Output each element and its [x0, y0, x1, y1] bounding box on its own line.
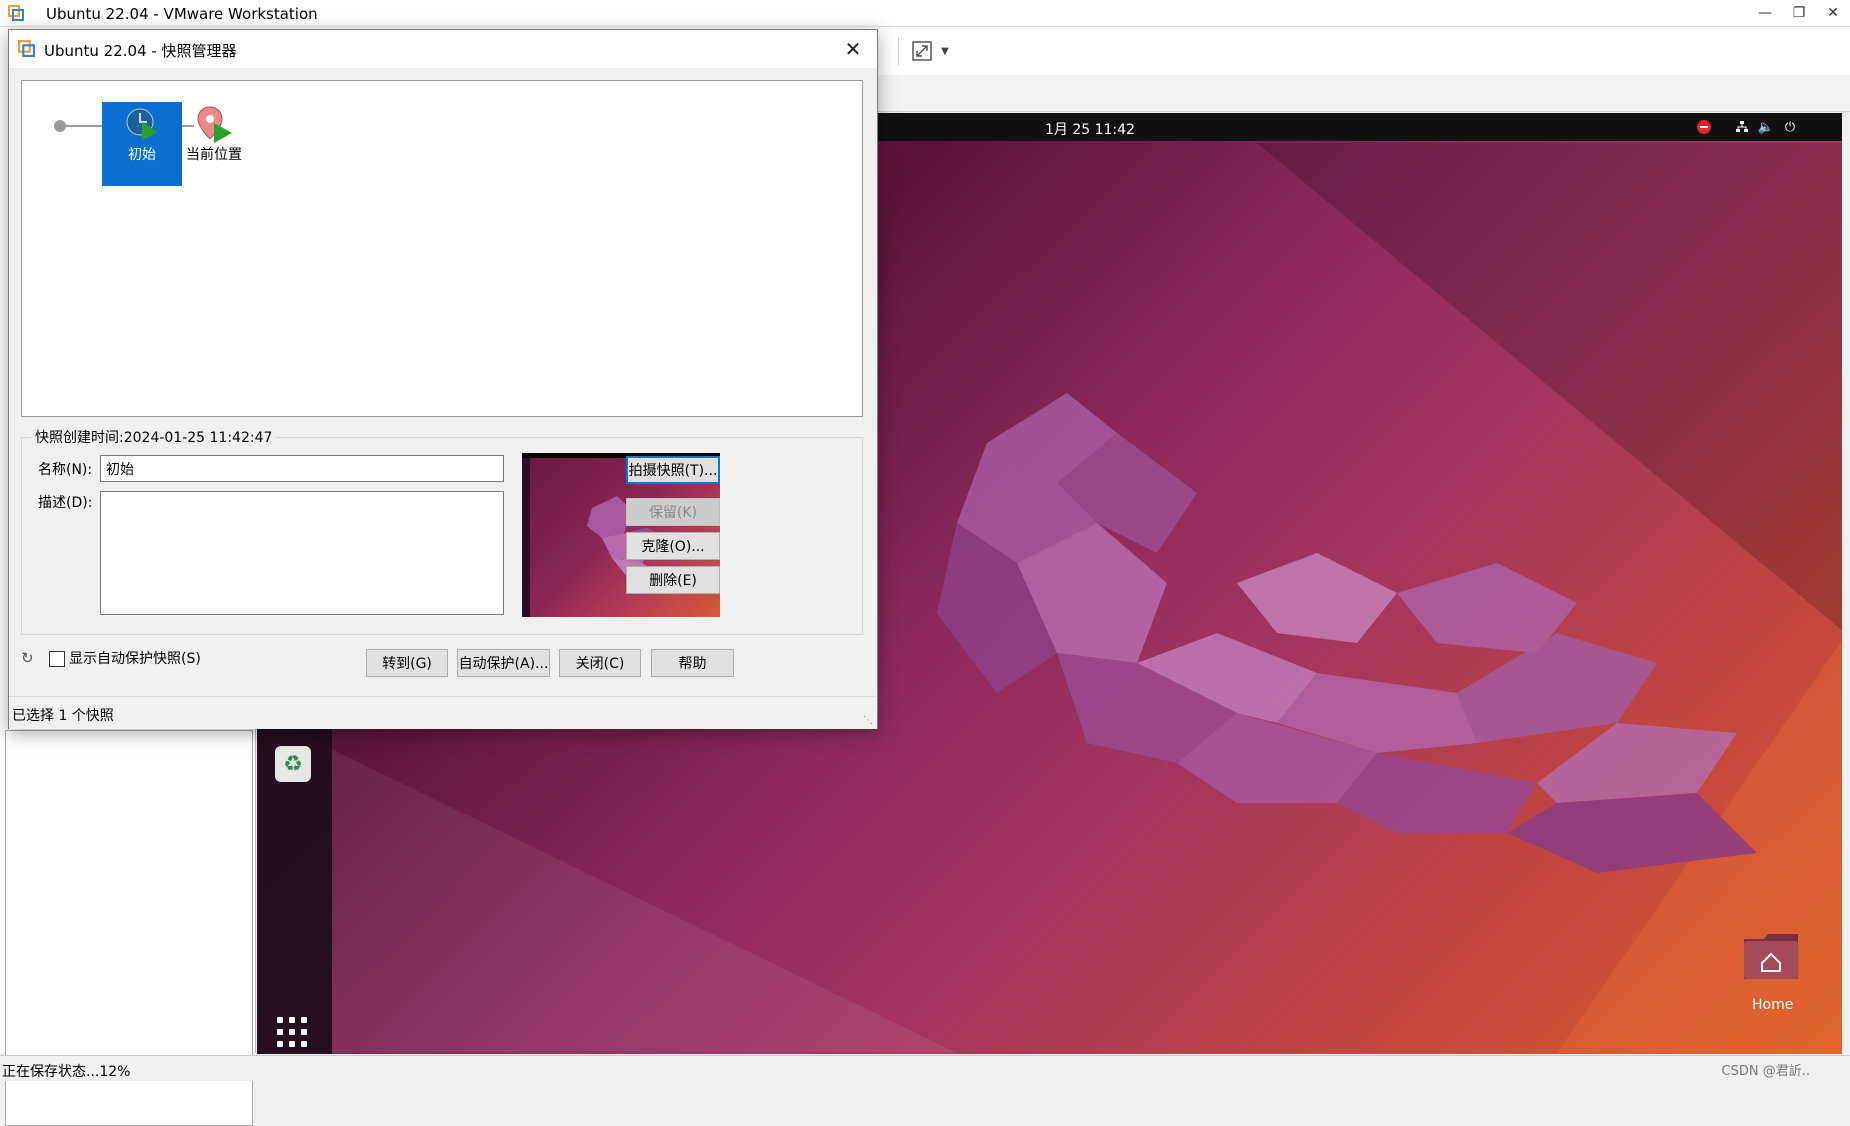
watermark-text: CSDN @君訢.. [1721, 1064, 1810, 1079]
name-label: 名称(N): [38, 462, 93, 478]
network-icon[interactable] [1733, 118, 1751, 136]
delete-button[interactable]: 删除(E) [626, 566, 720, 594]
snapshot-node-initial[interactable]: 初始 [102, 102, 182, 186]
vmware-statusbar: 正在保存状态...12% CSDN @君訢.. [0, 1055, 1850, 1081]
help-button[interactable]: 帮助 [651, 649, 734, 677]
snapshot-tree[interactable]: 初始 当前位置 [21, 80, 863, 417]
snapshot-clock-icon [126, 108, 158, 140]
close-button[interactable]: 关闭(C) [559, 649, 641, 677]
current-position-pin-icon[interactable] [196, 105, 236, 145]
volume-icon[interactable]: 🔈 [1757, 118, 1775, 136]
tree-connector [182, 125, 194, 127]
snapshot-description-input[interactable] [100, 491, 504, 615]
close-icon[interactable]: ✕ [839, 36, 867, 62]
close-icon[interactable]: ✕ [1816, 0, 1850, 26]
snapshot-manager-dialog: Ubuntu 22.04 - 快照管理器 ✕ 初始 当前位置 快照创建时间:20… [8, 29, 878, 729]
jellyfish-wallpaper-graphic [937, 393, 1757, 873]
tree-connector [66, 125, 102, 127]
no-entry-icon[interactable] [1695, 118, 1713, 136]
wallpaper-facet [257, 713, 957, 1053]
show-apps-icon[interactable] [277, 1017, 311, 1051]
autoprotect-button[interactable]: 自动保护(A)... [457, 649, 550, 677]
home-folder-icon[interactable] [1742, 931, 1800, 981]
snapshot-created-time: 快照创建时间:2024-01-25 11:42:47 [31, 427, 277, 447]
take-snapshot-button[interactable]: 拍摄快照(T)... [626, 456, 720, 484]
vmware-logo-icon [18, 40, 35, 57]
current-position-label: 当前位置 [186, 147, 242, 163]
resize-grip-icon[interactable]: ⋱ [863, 715, 875, 727]
home-folder-label: Home [1752, 997, 1794, 1013]
clone-button[interactable]: 克隆(O)... [626, 532, 720, 560]
snapshot-name-input[interactable] [100, 455, 504, 482]
minimize-icon[interactable]: — [1748, 0, 1782, 26]
toolbar-separator [898, 37, 899, 65]
dialog-title: Ubuntu 22.04 - 快照管理器 [44, 42, 237, 60]
restore-icon[interactable]: ❐ [1782, 0, 1816, 26]
fullscreen-icon[interactable] [908, 37, 936, 65]
dialog-statusbar: 已选择 1 个快照 ⋱ [9, 696, 877, 729]
show-autoprotect-label[interactable]: 显示自动保护快照(S) [69, 648, 201, 668]
fullscreen-dropdown-icon[interactable]: ▼ [938, 37, 952, 65]
trash-icon[interactable]: ♻ [275, 746, 311, 782]
status-text: 正在保存状态...12% [2, 1064, 131, 1080]
show-autoprotect-checkbox[interactable] [49, 651, 65, 667]
power-icon[interactable]: ⏻ [1781, 118, 1799, 136]
dialog-titlebar: Ubuntu 22.04 - 快照管理器 ✕ [9, 30, 877, 68]
tree-root-dot [54, 120, 66, 132]
gnome-clock[interactable]: 1月 25 11:42 [1045, 119, 1135, 139]
keep-button[interactable]: 保留(K) [626, 498, 720, 526]
description-label: 描述(D): [38, 495, 93, 511]
thumbnail-dock [522, 458, 530, 617]
selection-status: 已选择 1 个快照 [12, 708, 114, 724]
vmware-titlebar: Ubuntu 22.04 - VMware Workstation — ❐ ✕ [0, 0, 1850, 27]
goto-button[interactable]: 转到(G) [366, 649, 448, 677]
vmware-logo-icon [8, 5, 24, 21]
snapshot-node-label: 初始 [128, 147, 156, 163]
history-icon: ↻ [21, 649, 34, 667]
window-title: Ubuntu 22.04 - VMware Workstation [46, 5, 318, 23]
